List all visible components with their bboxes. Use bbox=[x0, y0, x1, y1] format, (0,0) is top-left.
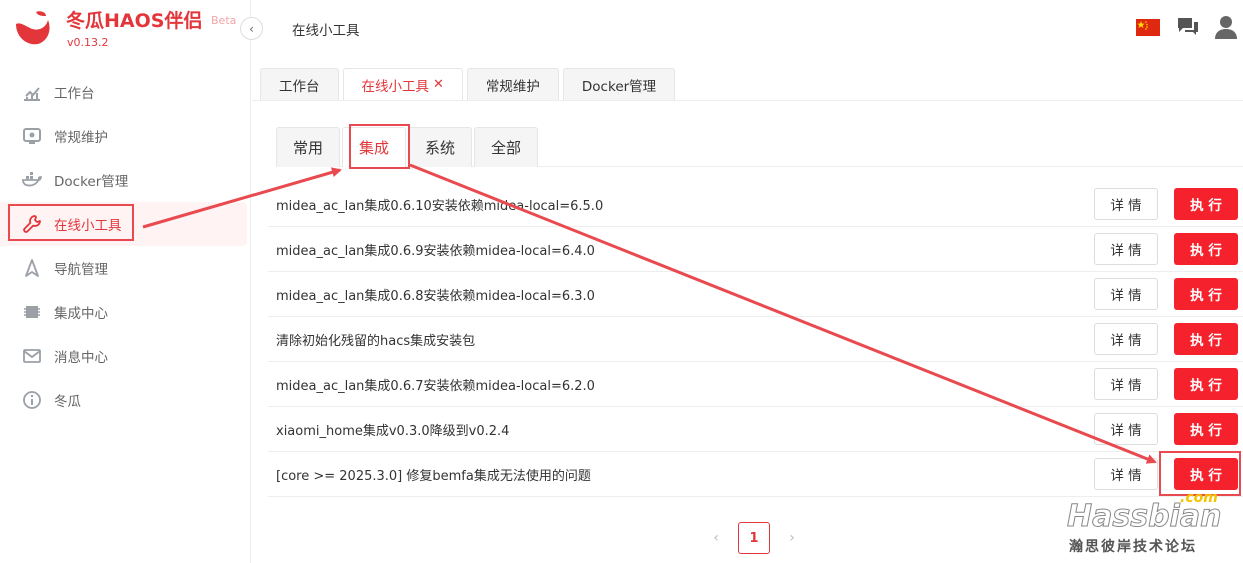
sidebar-item-label: 消息中心 bbox=[54, 350, 108, 366]
tab-label: 常规维护 bbox=[485, 78, 540, 95]
sidebar-item-workbench[interactable]: 工作台 bbox=[0, 70, 251, 114]
breadcrumb: 在线小工具 bbox=[292, 23, 360, 39]
tool-list: midea_ac_lan集成0.6.10安装依赖midea-local=6.5.… bbox=[268, 182, 1243, 497]
prev-page-icon[interactable]: ‹ bbox=[708, 530, 724, 546]
close-icon[interactable]: ✕ bbox=[433, 77, 444, 92]
sidebar-item-label: 冬瓜 bbox=[54, 394, 81, 410]
subtab-system[interactable]: 系统 bbox=[408, 127, 473, 167]
detail-button[interactable]: 详 情 bbox=[1094, 458, 1158, 490]
maintenance-icon bbox=[22, 126, 42, 146]
tab-label: 工作台 bbox=[279, 78, 320, 95]
tool-name: midea_ac_lan集成0.6.8安装依赖midea-local=6.3.0 bbox=[276, 288, 595, 304]
page-number[interactable]: 1 bbox=[738, 522, 770, 554]
subtab-label: 常用 bbox=[293, 139, 324, 157]
list-item: midea_ac_lan集成0.6.8安装依赖midea-local=6.3.0… bbox=[268, 272, 1243, 317]
tab-label: Docker管理 bbox=[581, 78, 657, 95]
tool-name: midea_ac_lan集成0.6.10安装依赖midea-local=6.5.… bbox=[276, 198, 604, 214]
sidebar-item-label: 常规维护 bbox=[54, 130, 108, 146]
app-version: v0.13.2 bbox=[67, 36, 109, 49]
tab-online-tools[interactable]: 在线小工具 ✕ bbox=[342, 68, 463, 100]
user-avatar-icon[interactable] bbox=[1213, 14, 1239, 44]
detail-button[interactable]: 详 情 bbox=[1094, 278, 1158, 310]
pagination: ‹ 1 › bbox=[708, 522, 800, 554]
execute-button[interactable]: 执 行 bbox=[1174, 368, 1238, 400]
china-flag-icon[interactable] bbox=[1136, 19, 1160, 36]
sidebar-item-navigation[interactable]: 导航管理 bbox=[0, 246, 251, 290]
chat-icon[interactable] bbox=[1176, 16, 1200, 42]
execute-button[interactable]: 执 行 bbox=[1174, 278, 1238, 310]
sidebar-item-docker[interactable]: Docker管理 bbox=[0, 158, 251, 202]
tool-name: midea_ac_lan集成0.6.9安装依赖midea-local=6.4.0 bbox=[276, 243, 595, 259]
mail-icon bbox=[22, 346, 42, 366]
tool-name: xiaomi_home集成v0.3.0降级到v0.2.4 bbox=[276, 423, 510, 439]
sidebar-item-messages[interactable]: 消息中心 bbox=[0, 334, 251, 378]
app-logo-icon bbox=[16, 11, 50, 45]
execute-button[interactable]: 执 行 bbox=[1174, 413, 1238, 445]
tab-docker[interactable]: Docker管理 bbox=[562, 68, 676, 100]
subtab-all[interactable]: 全部 bbox=[474, 127, 539, 167]
subtab-label: 集成 bbox=[359, 139, 390, 157]
chevron-left-icon: ‹ bbox=[249, 21, 254, 36]
list-item: midea_ac_lan集成0.6.7安装依赖midea-local=6.2.0… bbox=[268, 362, 1243, 407]
sidebar-item-label: 工作台 bbox=[54, 86, 95, 102]
docker-icon bbox=[22, 170, 42, 190]
list-item: [core >= 2025.3.0] 修复bemfa集成无法使用的问题 详 情 … bbox=[268, 452, 1243, 497]
execute-button[interactable]: 执 行 bbox=[1174, 233, 1238, 265]
page-tabs: 工作台 在线小工具 ✕ 常规维护 Docker管理 bbox=[260, 68, 676, 100]
category-tabs: 常用 集成 系统 全部 bbox=[276, 127, 539, 167]
tool-name: [core >= 2025.3.0] 修复bemfa集成无法使用的问题 bbox=[276, 468, 591, 484]
sidebar-item-about[interactable]: 冬瓜 bbox=[0, 378, 251, 422]
sidebar-item-label: 导航管理 bbox=[54, 262, 108, 278]
list-item: 清除初始化残留的hacs集成安装包 详 情 执 行 bbox=[268, 317, 1243, 362]
watermark-brand: Hassbian bbox=[1066, 499, 1222, 535]
subtab-label: 全部 bbox=[491, 139, 522, 157]
detail-button[interactable]: 详 情 bbox=[1094, 188, 1158, 220]
sidebar-item-label: 集成中心 bbox=[54, 306, 108, 322]
tool-name: 清除初始化残留的hacs集成安装包 bbox=[276, 333, 476, 349]
sidebar-menu: 工作台 常规维护 Docker管理 在线小工具 导航管理 集成中心 消息中心 冬… bbox=[0, 70, 251, 422]
detail-button[interactable]: 详 情 bbox=[1094, 323, 1158, 355]
detail-button[interactable]: 详 情 bbox=[1094, 413, 1158, 445]
detail-button[interactable]: 详 情 bbox=[1094, 233, 1158, 265]
subtab-label: 系统 bbox=[425, 139, 456, 157]
app-title: 冬瓜HAOS伴侣 bbox=[66, 10, 203, 32]
tab-maintenance[interactable]: 常规维护 bbox=[466, 68, 559, 100]
sidebar-item-maintenance[interactable]: 常规维护 bbox=[0, 114, 251, 158]
info-icon bbox=[22, 390, 42, 410]
sidebar-item-online-tools[interactable]: 在线小工具 bbox=[0, 202, 247, 246]
execute-button[interactable]: 执 行 bbox=[1174, 458, 1238, 490]
watermark-subtitle: 瀚思彼岸技术论坛 bbox=[1069, 539, 1197, 555]
tool-name: midea_ac_lan集成0.6.7安装依赖midea-local=6.2.0 bbox=[276, 378, 595, 394]
beta-badge: Beta bbox=[211, 14, 237, 27]
list-item: midea_ac_lan集成0.6.9安装依赖midea-local=6.4.0… bbox=[268, 227, 1243, 272]
sidebar-item-label: Docker管理 bbox=[54, 174, 129, 190]
subtab-common[interactable]: 常用 bbox=[276, 127, 341, 167]
detail-button[interactable]: 详 情 bbox=[1094, 368, 1158, 400]
sidebar-item-label: 在线小工具 bbox=[54, 218, 122, 234]
sidebar-item-integrations[interactable]: 集成中心 bbox=[0, 290, 251, 334]
tabs-divider bbox=[252, 100, 1243, 101]
execute-button[interactable]: 执 行 bbox=[1174, 188, 1238, 220]
chart-icon bbox=[22, 82, 42, 102]
wrench-icon bbox=[22, 214, 42, 234]
execute-button[interactable]: 执 行 bbox=[1174, 323, 1238, 355]
chip-icon bbox=[22, 302, 42, 322]
list-item: midea_ac_lan集成0.6.10安装依赖midea-local=6.5.… bbox=[268, 182, 1243, 227]
next-page-icon[interactable]: › bbox=[784, 530, 800, 546]
navigation-icon bbox=[22, 258, 42, 278]
subtab-integration[interactable]: 集成 bbox=[342, 127, 407, 167]
list-item: xiaomi_home集成v0.3.0降级到v0.2.4 详 情 执 行 bbox=[268, 407, 1243, 452]
tab-workbench[interactable]: 工作台 bbox=[260, 68, 339, 100]
collapse-sidebar-button[interactable]: ‹ bbox=[240, 17, 263, 40]
topbar: 在线小工具 bbox=[252, 0, 1243, 56]
tab-label: 在线小工具 bbox=[361, 78, 430, 95]
sidebar: 冬瓜HAOS伴侣 Beta v0.13.2 工作台 常规维护 Docker管理 … bbox=[0, 0, 251, 563]
